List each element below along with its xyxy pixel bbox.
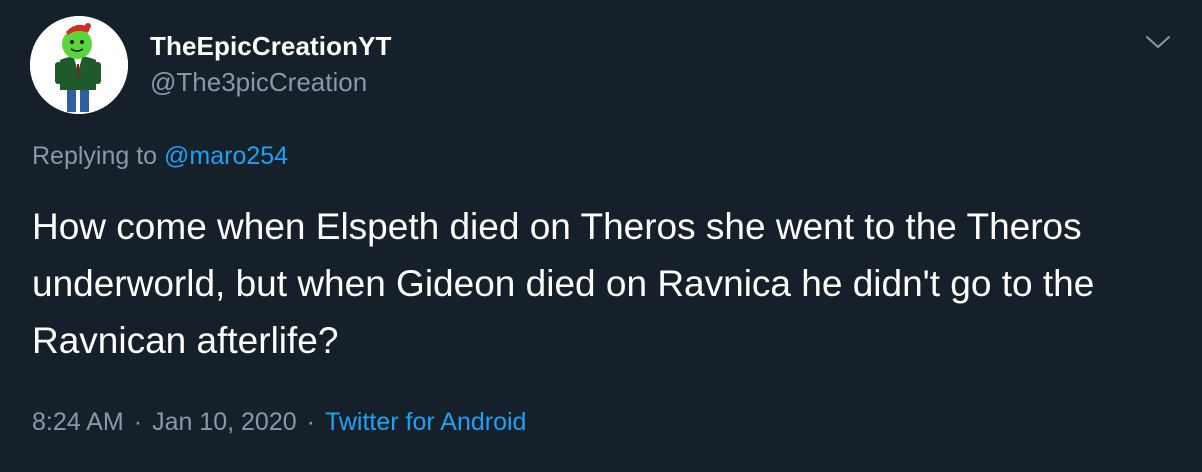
author-names: TheEpicCreationYT @The3picCreation [150, 30, 392, 98]
replying-to: Replying to @maro254 [32, 140, 288, 172]
replying-to-label: Replying to [32, 142, 158, 170]
tweet-card: TheEpicCreationYT @The3picCreation Reply… [0, 0, 1202, 472]
display-name[interactable]: TheEpicCreationYT [150, 30, 392, 62]
tweet-date[interactable]: Jan 10, 2020 [152, 408, 297, 436]
meta-separator: · [133, 408, 143, 436]
replying-to-mention-link[interactable]: @maro254 [164, 142, 288, 170]
tweet-source-link[interactable]: Twitter for Android [325, 408, 526, 436]
tweet-text: How come when Elspeth died on Theros she… [32, 206, 1095, 361]
avatar-image [30, 16, 128, 114]
chevron-down-icon[interactable] [1144, 32, 1172, 52]
tweet-metadata: 8:24 AM · Jan 10, 2020 · Twitter for Android [32, 405, 526, 439]
avatar[interactable] [30, 16, 128, 114]
meta-separator: · [306, 408, 315, 436]
tweet-time[interactable]: 8:24 AM [32, 408, 124, 436]
user-handle[interactable]: @The3picCreation [150, 66, 392, 98]
